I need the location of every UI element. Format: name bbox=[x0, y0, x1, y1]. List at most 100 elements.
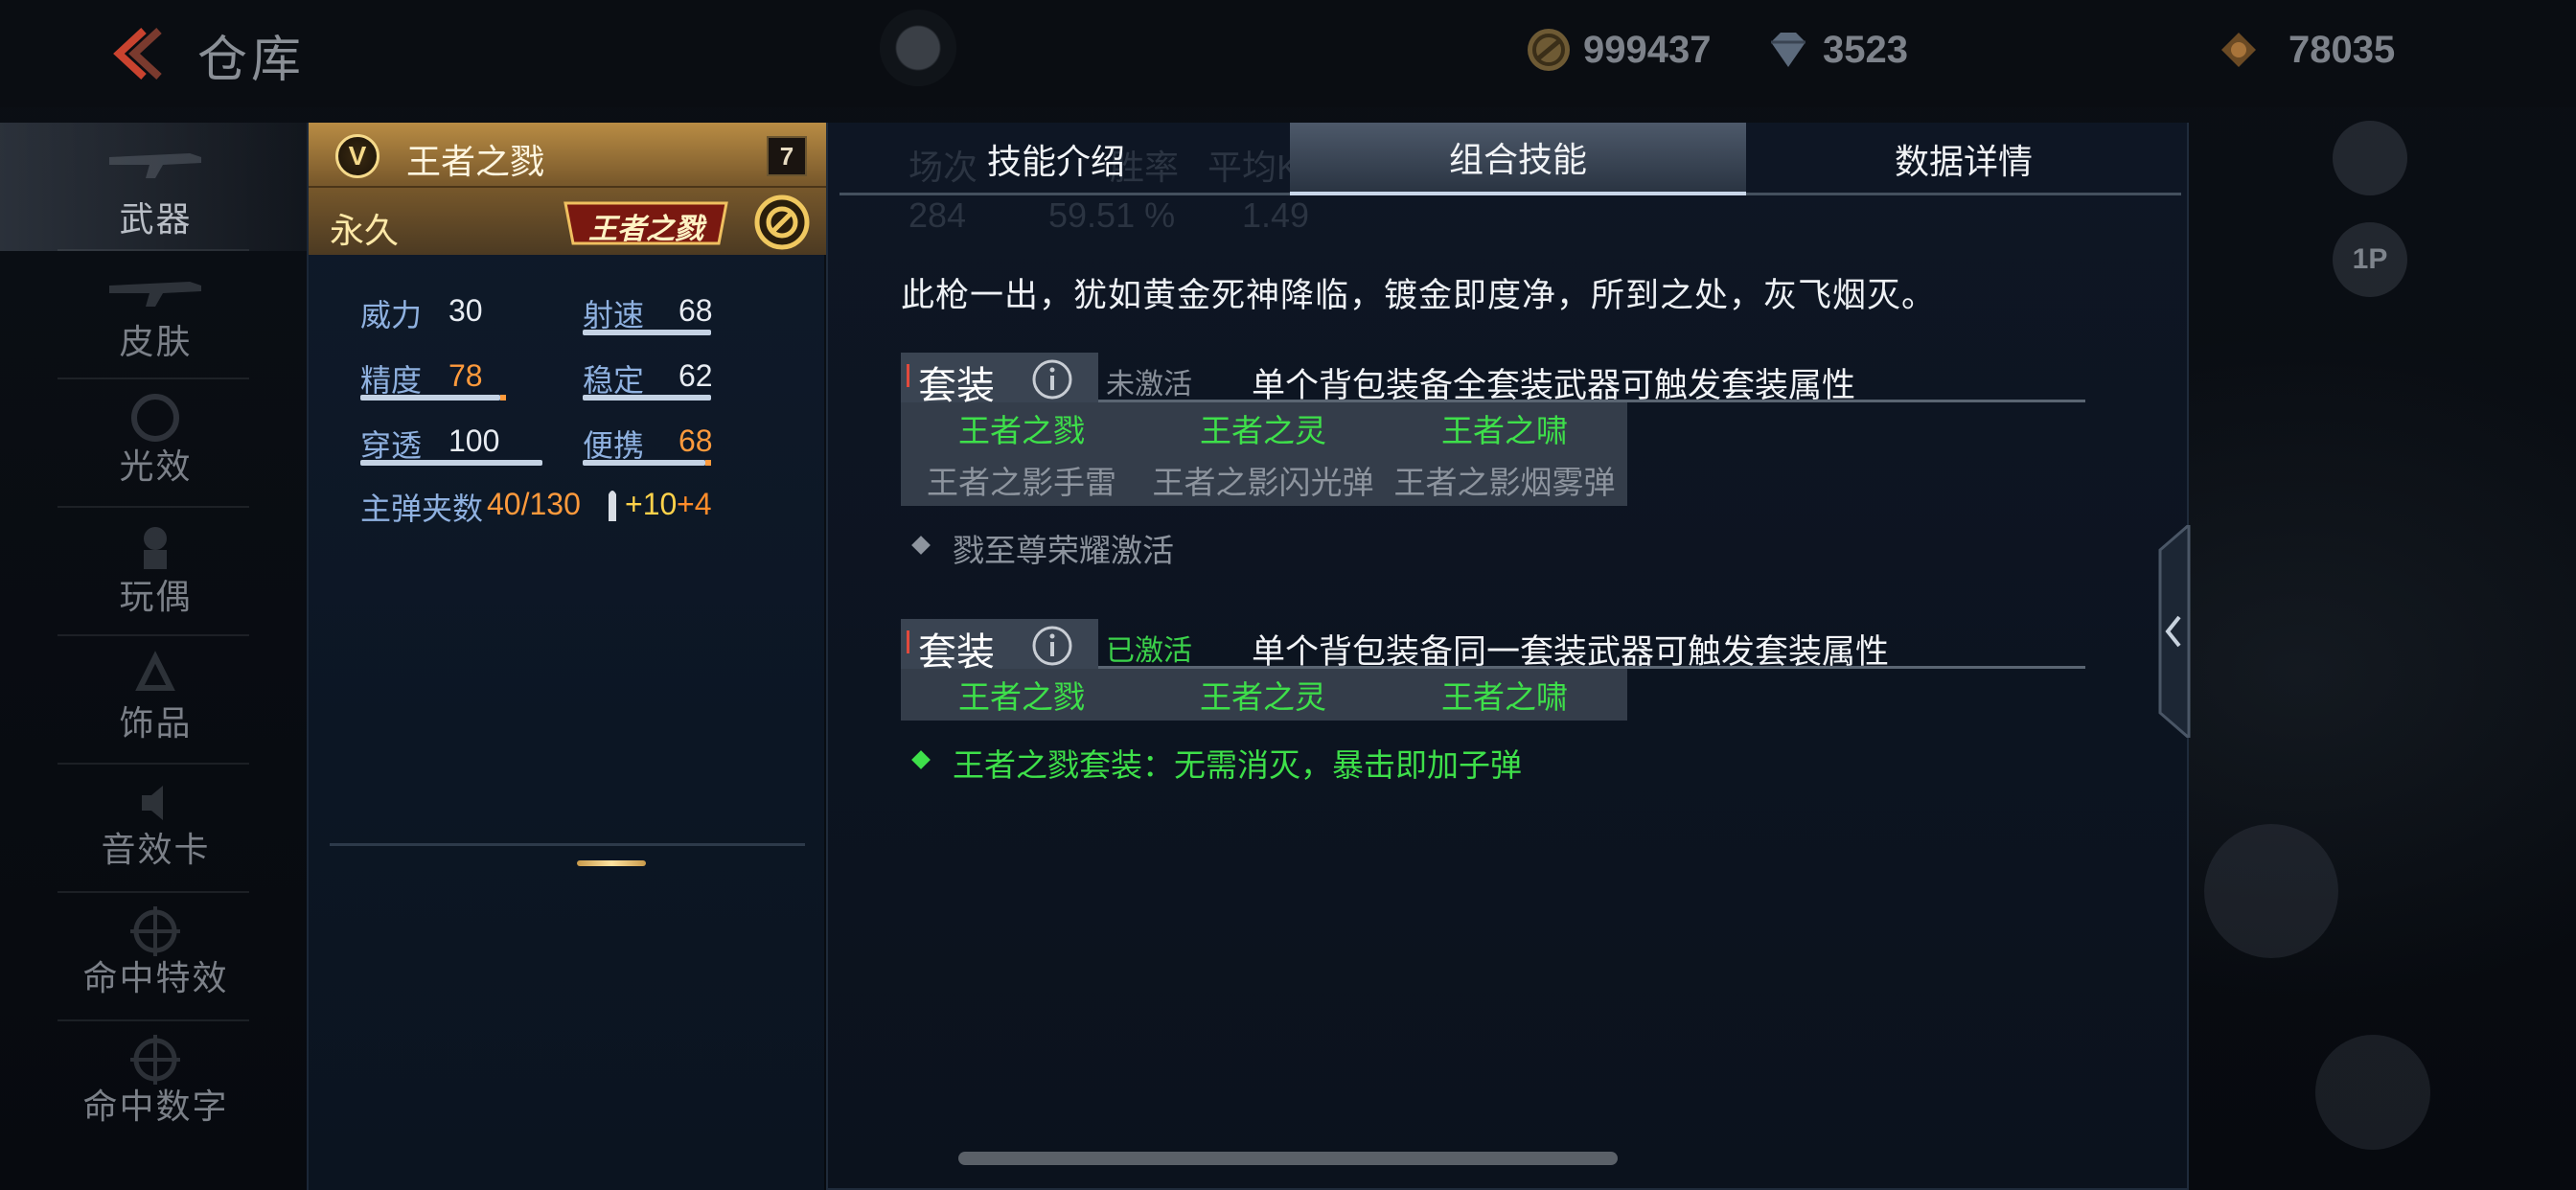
stat-portability: 便携 68 bbox=[583, 422, 730, 466]
stat-bar-bonus bbox=[500, 395, 506, 400]
back-icon[interactable] bbox=[105, 27, 163, 80]
gold-amount: 999437 bbox=[1583, 28, 1712, 71]
stat-bar-bonus bbox=[705, 460, 711, 466]
weapon-name: 王者之戮 bbox=[406, 143, 545, 182]
sidebar-item-hit-effects[interactable]: 命中特效 bbox=[0, 893, 307, 1021]
tab-combo-skill[interactable]: 组合技能 bbox=[1290, 123, 1746, 195]
flavor-text: 此枪一出，犹如黄金死神降临，镀金即度净，所到之处，灰飞烟灭。 bbox=[901, 277, 1937, 315]
ghost-kda-value: 1.49 bbox=[1242, 195, 1310, 235]
tab-bar: 技能介绍 组合技能 数据详情 bbox=[840, 123, 2181, 195]
speaker-icon bbox=[142, 786, 163, 820]
set-item: 王者之戮 bbox=[958, 678, 1085, 716]
sidebar-item-weapons[interactable]: 武器 bbox=[0, 123, 307, 251]
category-sidebar: 武器 皮肤 光效 玩偶 饰品 音效卡 命中特效 命中数字 bbox=[0, 123, 307, 1190]
diamond-bullet-icon bbox=[911, 536, 931, 555]
stat-bar-fill bbox=[360, 395, 500, 400]
stat-value: 100 bbox=[448, 423, 500, 458]
stat-bar-fill bbox=[583, 460, 705, 466]
bullet-icon bbox=[609, 491, 616, 521]
stat-bar-fill bbox=[583, 330, 711, 335]
header-divider bbox=[309, 186, 826, 188]
tab-skill-intro[interactable]: 技能介绍 bbox=[840, 123, 1273, 195]
page-title: 仓库 bbox=[197, 32, 306, 89]
ghost-matches-value: 284 bbox=[908, 195, 967, 235]
weapon-level: 7 bbox=[767, 136, 807, 176]
sidebar-item-light-effects[interactable]: 光效 bbox=[0, 379, 307, 508]
stat-stability: 稳定 62 bbox=[583, 356, 730, 400]
set-item: 王者之灵 bbox=[1200, 412, 1326, 449]
set-effect-text: 戮至尊荣耀激活 bbox=[953, 532, 1174, 569]
stat-bar bbox=[583, 460, 711, 466]
top-bar: 仓库 999437 3523 78035 bbox=[0, 0, 2576, 107]
sidebar-item-skins[interactable]: 皮肤 bbox=[0, 251, 307, 379]
diamond-amount: 3523 bbox=[1823, 28, 1908, 71]
panel-divider bbox=[330, 843, 805, 846]
set-status: 已激活 bbox=[1106, 634, 1192, 668]
stat-value: 78 bbox=[448, 358, 483, 393]
sidebar-item-label: 光效 bbox=[119, 447, 193, 487]
sidebar-item-label: 玩偶 bbox=[119, 578, 193, 617]
set-item-grid: 王者之戮 王者之灵 王者之啸 王者之影手雷 王者之影闪光弹 王者之影烟雾弹 bbox=[901, 402, 1627, 506]
ban-icon[interactable] bbox=[753, 194, 811, 251]
sidebar-item-hit-numbers[interactable]: 命中数字 bbox=[0, 1021, 307, 1150]
skill-detail-panel: 场次 胜率 平均KDA 284 59.51 % 1.49 技能介绍 组合技能 数… bbox=[826, 123, 2189, 1190]
gamepad-button[interactable] bbox=[2333, 121, 2407, 195]
collapse-panel-button[interactable] bbox=[2156, 525, 2191, 738]
set-marker bbox=[907, 364, 909, 387]
stat-value: 68 bbox=[678, 293, 713, 328]
stat-accuracy: 精度 78 bbox=[360, 356, 533, 400]
set-marker bbox=[907, 630, 909, 653]
stat-label: 威力 bbox=[360, 297, 423, 333]
tab-data-detail[interactable]: 数据详情 bbox=[1746, 123, 2181, 195]
reload-button[interactable] bbox=[2315, 1035, 2430, 1150]
ticket-currency[interactable]: 78035 bbox=[2214, 23, 2395, 77]
ammo-label: 主弹夹数 bbox=[360, 491, 484, 527]
stat-fire-rate: 射速 68 bbox=[583, 291, 730, 335]
stat-bar-fill bbox=[583, 395, 711, 400]
weapon-info-panel: V 王者之戮 7 永久 王者之戮 威力 30 精度 78 穿透 100 射速 6… bbox=[307, 123, 826, 1190]
stat-bar bbox=[360, 395, 506, 400]
sidebar-item-sound-cards[interactable]: 音效卡 bbox=[0, 765, 307, 893]
diamond-bullet-icon bbox=[911, 750, 931, 769]
sidebar-item-label: 命中数字 bbox=[82, 1087, 229, 1127]
fire-button[interactable] bbox=[2204, 824, 2338, 958]
weapon-header: V 王者之戮 7 永久 王者之戮 bbox=[309, 123, 826, 255]
sidebar-item-accessories[interactable]: 饰品 bbox=[0, 636, 307, 765]
view-toggle-button[interactable]: 1P bbox=[2333, 222, 2407, 297]
doll-icon bbox=[144, 527, 167, 569]
weapon-duration: 永久 bbox=[330, 212, 400, 251]
hit-number-icon bbox=[130, 1035, 180, 1085]
stat-bar-fill bbox=[360, 460, 542, 466]
gold-coin-icon bbox=[1528, 29, 1570, 71]
ammo-value: 40/130 bbox=[487, 487, 581, 521]
ammo-bonus: +10 bbox=[625, 487, 678, 521]
stat-bar bbox=[583, 330, 711, 335]
stat-value: 30 bbox=[448, 293, 483, 328]
set-item: 王者之影手雷 bbox=[927, 464, 1116, 501]
sidebar-item-label: 音效卡 bbox=[101, 831, 211, 870]
ammo-bonus-extra: +4 bbox=[677, 487, 712, 521]
ticket-icon bbox=[2221, 33, 2256, 67]
set-effect-text: 王者之戮套装：无需消灭，暴击即加子弹 bbox=[953, 746, 1522, 784]
set-status: 未激活 bbox=[1106, 368, 1192, 401]
sidebar-item-label: 武器 bbox=[119, 200, 193, 240]
sidebar-item-dolls[interactable]: 玩偶 bbox=[0, 508, 307, 636]
light-effect-icon bbox=[131, 394, 179, 442]
diamond-icon bbox=[1771, 33, 1806, 67]
gold-currency[interactable]: 999437 bbox=[1524, 23, 1711, 77]
crosshair-icon bbox=[130, 906, 180, 956]
set-block-full: 套装 未激活 单个背包装备全套装武器可触发套装属性 王者之戮 王者之灵 王者之啸… bbox=[901, 353, 2085, 592]
diamond-currency[interactable]: 3523 bbox=[1763, 23, 1908, 77]
set-item: 王者之戮 bbox=[958, 412, 1085, 449]
set-block-same: 套装 已激活 单个背包装备同一套装武器可触发套装属性 王者之戮 王者之灵 王者之… bbox=[901, 619, 2085, 811]
panel-drag-handle[interactable] bbox=[577, 860, 646, 866]
stat-value: 68 bbox=[678, 423, 713, 458]
set-chip: 套装 bbox=[901, 619, 1098, 675]
info-icon[interactable] bbox=[1031, 358, 1073, 400]
info-icon[interactable] bbox=[1031, 625, 1073, 667]
series-tag: 王者之戮 bbox=[560, 199, 732, 247]
ticket-amount: 78035 bbox=[2288, 28, 2396, 71]
stat-penetration: 穿透 100 bbox=[360, 422, 542, 466]
sidebar-item-label: 饰品 bbox=[119, 704, 193, 744]
set-chip: 套装 bbox=[901, 353, 1098, 408]
